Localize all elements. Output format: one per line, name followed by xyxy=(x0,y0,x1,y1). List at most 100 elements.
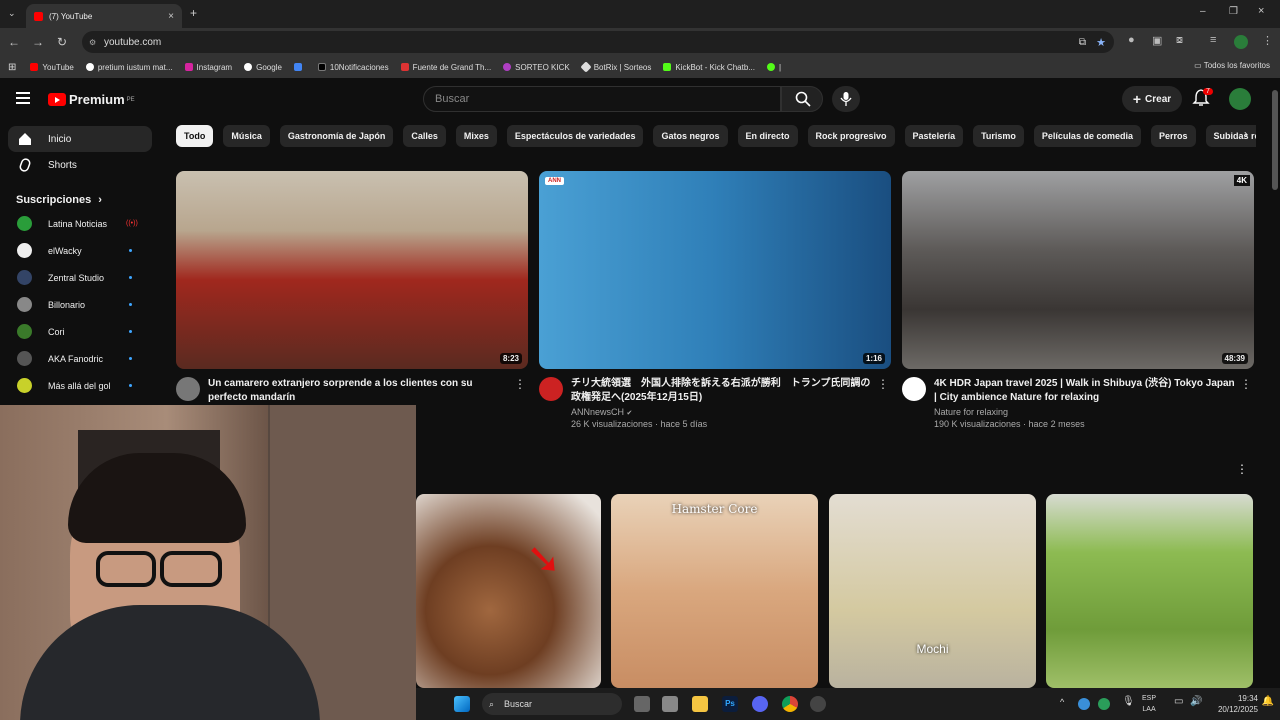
chip-turismo[interactable]: Turismo xyxy=(973,125,1024,147)
video-card[interactable]: ANN 1:16 チリ大統領選 外国人排除を訴える右派が勝利 トランプ氏同調の政… xyxy=(539,171,891,429)
discord-icon[interactable] xyxy=(752,696,768,712)
taskbar-search[interactable]: ⌕ Buscar xyxy=(482,693,622,715)
sidebar-item-home[interactable]: Inicio xyxy=(8,126,152,152)
video-title[interactable]: Un camarero extranjero sorprende a los c… xyxy=(208,377,513,405)
youtube-premium-logo[interactable]: Premium PE xyxy=(48,92,135,107)
input-language[interactable]: ESP LAA xyxy=(1142,693,1156,715)
channel-name[interactable]: Nature for relaxing xyxy=(934,407,1254,417)
file-explorer-icon[interactable] xyxy=(692,696,708,712)
address-bar[interactable]: ⚙ youtube.com ⧉ ★ xyxy=(82,31,1114,53)
bookmark-youtube[interactable]: YouTube xyxy=(30,63,74,72)
channel-avatar[interactable] xyxy=(176,377,200,401)
chip-en-directo[interactable]: En directo xyxy=(737,125,798,147)
chip-pasteleria[interactable]: Pastelería xyxy=(904,125,964,147)
chip-subidas-recientes[interactable]: Subidas recientes xyxy=(1205,125,1256,147)
short-card[interactable]: Hamster Core xyxy=(611,494,818,688)
back-icon[interactable]: ← xyxy=(2,35,26,49)
voice-search-button[interactable] xyxy=(832,86,860,112)
microphone-icon[interactable]: 🎙 xyxy=(1122,696,1135,707)
bookmark-sorteo-kick[interactable]: SORTEO KICK xyxy=(503,63,570,72)
chip-musica[interactable]: Música xyxy=(223,125,270,147)
bookmark-x[interactable]: 10Notificaciones xyxy=(317,63,389,72)
search-button[interactable] xyxy=(781,86,823,112)
install-icon[interactable]: ⧉ xyxy=(1079,37,1086,48)
chip-gatos-negros[interactable]: Gatos negros xyxy=(653,125,728,147)
task-view-icon[interactable] xyxy=(634,696,650,712)
profile-avatar[interactable] xyxy=(1234,35,1248,49)
close-window-icon[interactable]: × xyxy=(1258,5,1264,17)
network-icon[interactable]: ▭ xyxy=(1174,696,1183,707)
bookmark-green[interactable]: | xyxy=(766,63,781,72)
chip-mixes[interactable]: Mixes xyxy=(455,125,497,147)
app-icon[interactable] xyxy=(662,696,678,712)
tray-app-icon[interactable] xyxy=(1078,698,1090,710)
sidebar-sub-elwacky[interactable]: elWacky xyxy=(0,237,160,264)
bookmark-kickbot[interactable]: KickBot - Kick Chatb... xyxy=(663,63,755,72)
bookmark-fuente[interactable]: Fuente de Grand Th... xyxy=(400,63,491,72)
chip-perros[interactable]: Perros xyxy=(1150,125,1196,147)
create-button[interactable]: + Crear xyxy=(1122,86,1182,112)
site-info-icon[interactable]: ⚙ xyxy=(89,38,96,47)
sidebar-sub-cori[interactable]: Cori xyxy=(0,318,160,345)
subscriptions-heading[interactable]: Suscripciones › xyxy=(16,194,160,206)
windows-start-icon[interactable] xyxy=(454,696,470,712)
video-thumbnail[interactable]: ANN 1:16 xyxy=(539,171,891,369)
channel-avatar[interactable] xyxy=(902,377,926,401)
close-tab-icon[interactable]: × xyxy=(168,11,174,22)
reading-list-icon[interactable]: ≡ xyxy=(1210,34,1216,46)
minimize-icon[interactable]: – xyxy=(1200,6,1206,17)
sidebar-item-shorts[interactable]: Shorts xyxy=(8,152,152,178)
reload-icon[interactable]: ↻ xyxy=(50,35,74,49)
tab-youtube[interactable]: (7) YouTube × xyxy=(26,4,182,28)
more-menu-icon[interactable]: ⋮ xyxy=(1262,34,1273,47)
chip-gastronomia-japon[interactable]: Gastronomía de Japón xyxy=(279,125,394,147)
video-card[interactable]: 8:23 Un camarero extranjero sorprende a … xyxy=(176,171,528,405)
account-avatar[interactable] xyxy=(1229,88,1251,110)
extension-icon[interactable]: ● xyxy=(1128,34,1135,46)
channel-name[interactable]: ANNnewsCH ✔ xyxy=(571,407,891,417)
short-card[interactable]: ➘ xyxy=(416,494,601,688)
more-options-icon[interactable]: ⋮ xyxy=(1236,462,1248,476)
apps-grid-icon[interactable]: ⊞ xyxy=(8,62,16,73)
video-thumbnail[interactable]: 4K 48:39 xyxy=(902,171,1254,369)
tray-chevron-icon[interactable]: ^ xyxy=(1060,697,1064,707)
app-icon[interactable] xyxy=(810,696,826,712)
tab-list-icon[interactable]: ⌄ xyxy=(8,8,16,19)
chip-todo[interactable]: Todo xyxy=(176,125,214,147)
volume-icon[interactable]: 🔊 xyxy=(1190,696,1202,707)
chevron-right-icon[interactable]: › xyxy=(1244,127,1248,141)
extensions-puzzle-icon[interactable]: ⧇ xyxy=(1176,34,1183,47)
bookmark-pretium[interactable]: pretium iustum mat... xyxy=(85,63,173,72)
video-thumbnail[interactable]: 8:23 xyxy=(176,171,528,369)
chrome-icon[interactable] xyxy=(782,696,798,712)
sidebar-sub-latina-noticias[interactable]: Latina Noticias ((•)) xyxy=(0,210,160,237)
bookmark-star-icon[interactable]: ★ xyxy=(1096,36,1106,49)
bookmark-colorful[interactable] xyxy=(293,63,306,71)
photoshop-icon[interactable]: Ps xyxy=(722,696,738,712)
extension-icon[interactable]: ▣ xyxy=(1152,34,1162,47)
clock[interactable]: 19:34 20/12/2025 xyxy=(1218,693,1258,715)
video-title[interactable]: 4K HDR Japan travel 2025 | Walk in Shibu… xyxy=(934,377,1239,405)
notifications-icon[interactable]: 🔔 xyxy=(1262,696,1274,707)
page-scrollbar[interactable] xyxy=(1272,90,1278,190)
chip-calles[interactable]: Calles xyxy=(403,125,446,147)
chip-peliculas-comedia[interactable]: Películas de comedia xyxy=(1033,125,1141,147)
new-tab-icon[interactable]: + xyxy=(190,6,197,20)
tray-app-icon[interactable] xyxy=(1098,698,1110,710)
more-options-icon[interactable]: ⋮ xyxy=(514,377,526,391)
chip-rock-progresivo[interactable]: Rock progresivo xyxy=(807,125,895,147)
chip-espectaculos[interactable]: Espectáculos de variedades xyxy=(506,125,644,147)
bookmark-google[interactable]: Google xyxy=(244,63,282,72)
sidebar-sub-billonario[interactable]: Billonario xyxy=(0,291,160,318)
more-options-icon[interactable]: ⋮ xyxy=(877,377,889,391)
more-options-icon[interactable]: ⋮ xyxy=(1240,377,1252,391)
sidebar-sub-aka-fanodric[interactable]: AKA Fanodric xyxy=(0,345,160,372)
sidebar-sub-zentral-studio[interactable]: Zentral Studio xyxy=(0,264,160,291)
bookmark-instagram[interactable]: Instagram xyxy=(184,63,232,72)
short-card[interactable] xyxy=(1046,494,1253,688)
all-favorites[interactable]: ▭ Todos los favoritos xyxy=(1194,61,1270,70)
search-input[interactable]: Buscar xyxy=(423,86,781,112)
bookmark-botrix[interactable]: BotRix | Sorteos xyxy=(580,61,651,73)
video-title[interactable]: チリ大統領選 外国人排除を訴える右派が勝利 トランプ氏同調の政権発足へ(2025… xyxy=(571,377,876,405)
hamburger-menu-icon[interactable] xyxy=(16,92,30,104)
